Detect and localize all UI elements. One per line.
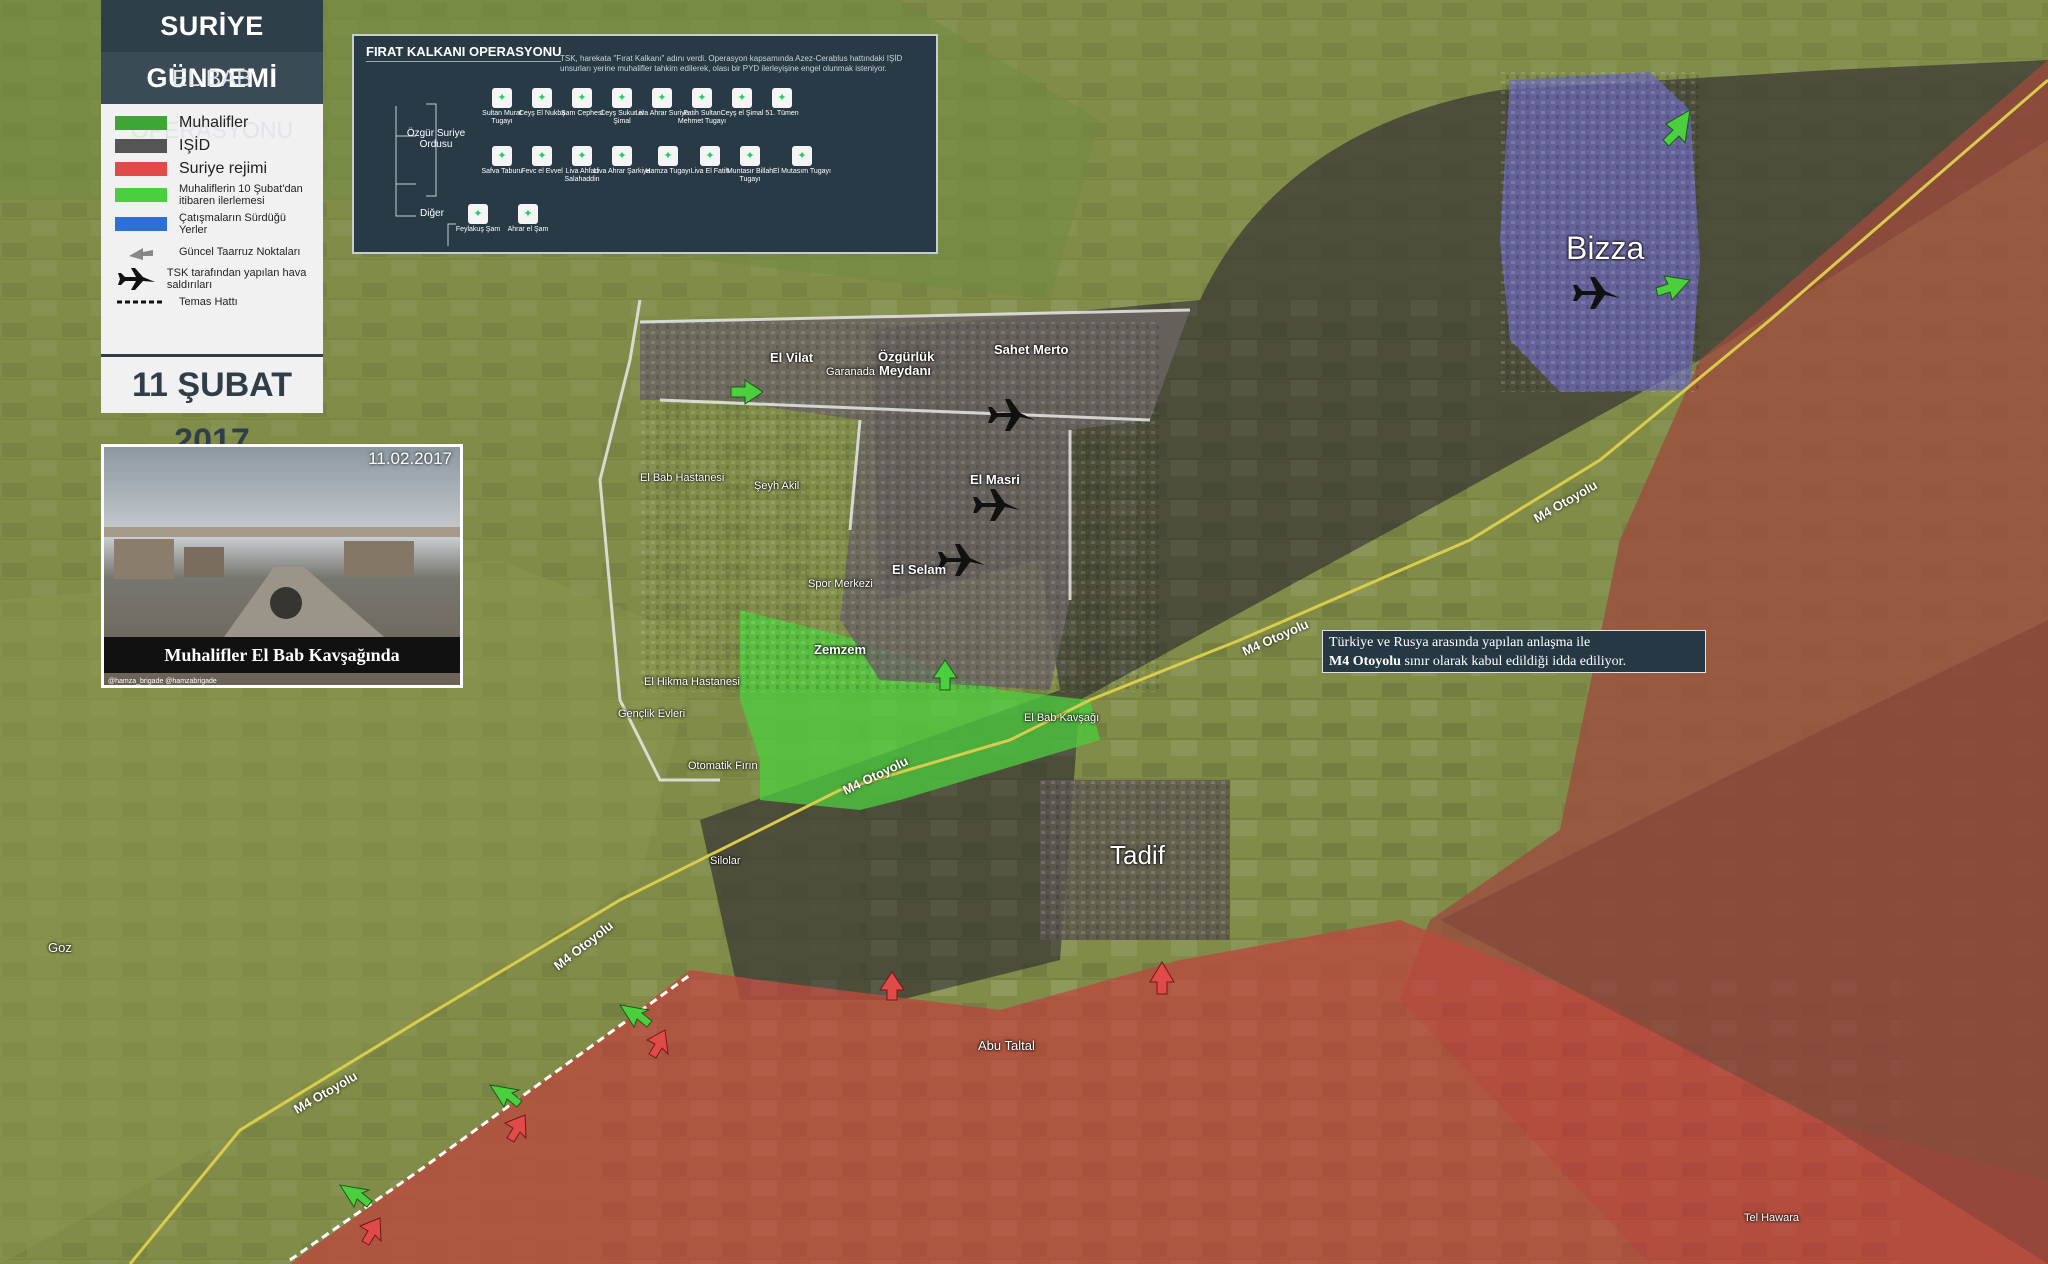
legend-label: Çatışmaların Sürdüğü Yerler	[179, 212, 286, 236]
place-goz: Goz	[48, 940, 72, 955]
place-el-bab-hastanesi: El Bab Hastanesi	[640, 472, 725, 484]
faction-emblem-icon: ✦	[518, 204, 538, 224]
faction-item: ✦ 51. Tümen	[752, 88, 812, 118]
legend-item-clash: Çatışmaların Sürdüğü Yerler	[115, 212, 311, 236]
faction-emblem-icon: ✦	[532, 146, 552, 166]
faction-emblem-icon: ✦	[612, 146, 632, 166]
legend-label: Muhalifler	[179, 114, 249, 131]
faction-emblem-icon: ✦	[572, 88, 592, 108]
rebels-swatch	[115, 116, 167, 130]
photo-inset[interactable]: 11.02.2017 Muhalifler El Bab Kavşağında …	[101, 444, 463, 688]
legend-item-contact-line: Temas Hattı	[115, 296, 311, 308]
place-el-vilat: El Vilat	[770, 350, 814, 365]
legend-panel: SURİYE GÜNDEMİ EL BAB OPERASYONU Muhalif…	[101, 0, 323, 460]
legend-label: TSK tarafından yapılan hava saldırıları	[166, 267, 307, 291]
note-line-2-rest: sınır olarak kabul edildiği idda ediliyo…	[1400, 654, 1627, 669]
place-seyh-akil: Şeyh Akil	[754, 480, 800, 492]
advance-swatch	[115, 188, 167, 202]
place-silolar: Silolar	[710, 855, 741, 867]
place-otomatik-firin: Otomatik Fırın	[688, 760, 758, 772]
place-el-hikma: El Hikma Hastanesi	[644, 676, 740, 688]
note-bold-road: M4 Otoyolu	[1329, 654, 1401, 669]
dashed-line-icon	[117, 300, 165, 304]
place-zemzem: Zemzem	[814, 642, 867, 657]
faction-emblem-icon: ✦	[792, 146, 812, 166]
map-date: 11 ŞUBAT 2017	[101, 354, 323, 460]
jet-icon	[118, 268, 155, 290]
faction-emblem-icon: ✦	[492, 88, 512, 108]
photo-caption: Muhalifler El Bab Kavşağında	[104, 637, 460, 673]
place-bizza: Bizza	[1566, 230, 1645, 266]
clash-swatch	[115, 217, 167, 231]
header-title: SURİYE GÜNDEMİ	[101, 0, 323, 93]
m4-note-box: Türkiye ve Rusya arasında yapılan anlaşm…	[1322, 630, 1706, 673]
faction-emblem-icon: ✦	[732, 88, 752, 108]
note-line-2: M4 Otoyolu sınır olarak kabul edildiği i…	[1329, 652, 1699, 671]
legend-label: Suriye rejimi	[179, 160, 268, 177]
isis-swatch	[115, 139, 167, 153]
regime-swatch	[115, 162, 167, 176]
faction-emblem-icon: ✦	[492, 146, 512, 166]
header-subtitle: EL BAB OPERASYONU	[101, 52, 323, 143]
legend-label: Temas Hattı	[179, 296, 238, 308]
legend-label: IŞİD	[179, 137, 211, 154]
arrow-icon	[129, 248, 153, 260]
note-line-1: Türkiye ve Rusya arasında yapılan anlaşm…	[1329, 635, 1591, 650]
legend-label: Muhaliflerin 10 Şubat'dan itibaren ilerl…	[179, 183, 303, 207]
faction-emblem-icon: ✦	[652, 88, 672, 108]
place-garanada: Garanada	[826, 366, 875, 378]
legend-item-airstrike: TSK tarafından yapılan hava saldırıları	[115, 267, 311, 291]
faction-emblem-icon: ✦	[612, 88, 632, 108]
faction-emblem-icon: ✦	[658, 146, 678, 166]
photo-scene	[104, 527, 460, 637]
place-genclik-evleri: Gençlik Evleri	[618, 708, 686, 720]
faction-emblem-icon: ✦	[468, 204, 488, 224]
place-el-bab-kavsagi: El Bab Kavşağı	[1024, 712, 1100, 724]
operation-info-box: FIRAT KALKANI OPERASYONU TSK, harekata "…	[352, 34, 938, 254]
place-el-masri: El Masri	[970, 472, 1020, 487]
legend-item-attack: Güncel Taarruz Noktaları	[115, 242, 311, 262]
legend-item-regime: Suriye rejimi	[115, 160, 311, 178]
place-sahet-merto: Sahet Merto	[994, 342, 1069, 357]
faction-emblem-icon: ✦	[772, 88, 792, 108]
faction-emblem-icon: ✦	[700, 146, 720, 166]
legend-item-advance: Muhaliflerin 10 Şubat'dan itibaren ilerl…	[115, 183, 311, 207]
group-other: Diğer	[420, 208, 444, 219]
faction-emblem-icon: ✦	[572, 146, 592, 166]
faction-emblem-icon: ✦	[532, 88, 552, 108]
group-fsa: Özgür Suriye Ordusu	[406, 128, 466, 150]
place-spor-merkezi: Spor Merkezi	[808, 578, 873, 590]
photo-source: @hamza_brigade @hamzabrigade	[108, 678, 217, 685]
photo-date: 11.02.2017	[368, 449, 452, 468]
place-tadif: Tadif	[1110, 840, 1165, 870]
faction-item: ✦ El Mutasım Tugayı	[772, 146, 832, 176]
place-tel-hawara: Tel Hawara	[1744, 1212, 1800, 1224]
place-el-selam: El Selam	[892, 562, 947, 577]
faction-emblem-icon: ✦	[740, 146, 760, 166]
faction-item: ✦ Ahrar el Şam	[498, 204, 558, 234]
legend-label: Güncel Taarruz Noktaları	[179, 246, 301, 258]
faction-emblem-icon: ✦	[692, 88, 712, 108]
place-ozgurluk-meydani: Özgürlük Meydanı	[878, 349, 935, 378]
place-abu-taltal: Abu Taltal	[978, 1038, 1035, 1053]
info-description: TSK, harekata "Fırat Kalkanı" adını verd…	[560, 54, 903, 73]
faction-item: ✦ Muntasır Billah Tugayı	[720, 146, 780, 184]
info-title: FIRAT KALKANI OPERASYONU	[366, 44, 562, 62]
